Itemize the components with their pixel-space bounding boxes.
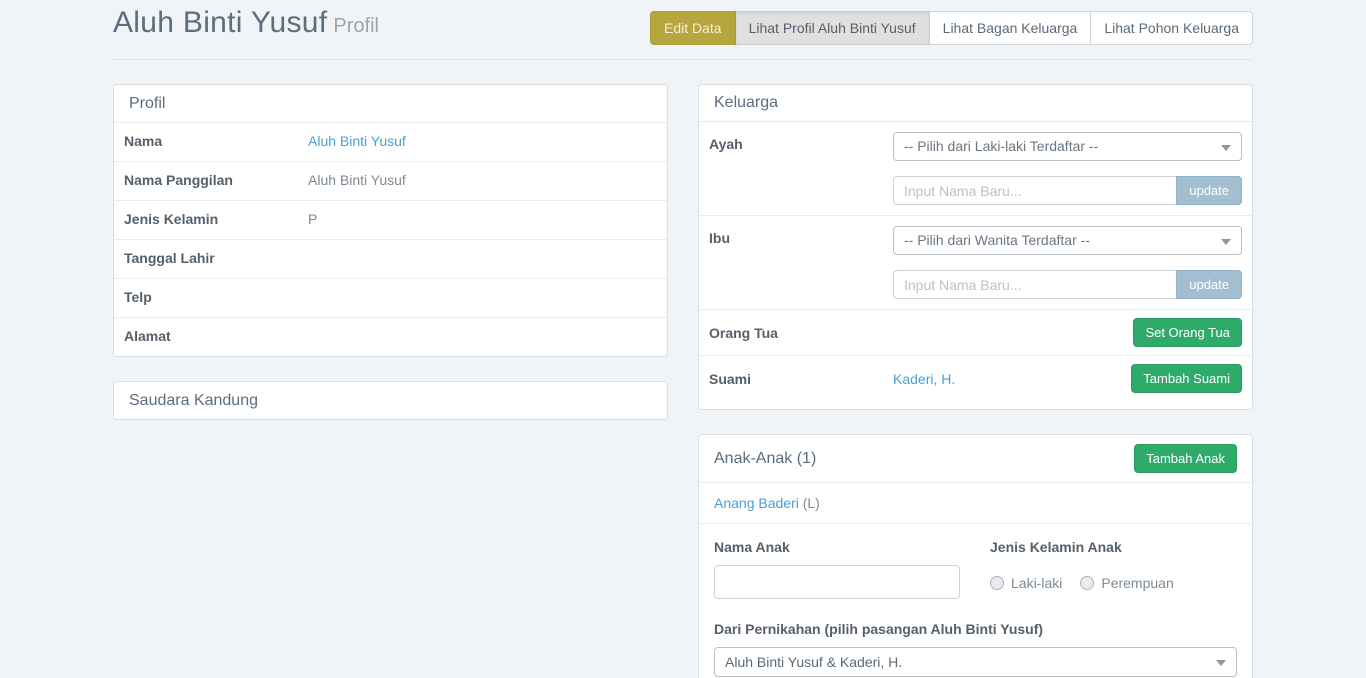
row-label-nama: Nama xyxy=(124,133,308,149)
lihat-bagan-keluarga-button[interactable]: Lihat Bagan Keluarga xyxy=(930,11,1092,45)
tambah-suami-button[interactable]: Tambah Suami xyxy=(1131,364,1242,393)
profil-card-title: Profil xyxy=(129,95,165,113)
tambah-anak-form: Nama Anak Jenis Kelamin Anak Laki-laki xyxy=(699,523,1252,678)
row-label-tanggal-lahir: Tanggal Lahir xyxy=(124,250,308,266)
ayah-label: Ayah xyxy=(709,132,893,152)
ibu-label: Ibu xyxy=(709,226,893,246)
row-label-nama-panggilan: Nama Panggilan xyxy=(124,172,308,188)
radio-button-icon[interactable] xyxy=(990,576,1004,590)
radio-perempuan[interactable]: Perempuan xyxy=(1080,575,1173,591)
ayah-input-group: update xyxy=(893,176,1242,205)
orang-tua-label: Orang Tua xyxy=(709,325,893,341)
anak-anak-card: Anak-Anak (1) Tambah Anak Anang Baderi (… xyxy=(698,434,1253,678)
table-row: Jenis Kelamin P xyxy=(114,200,667,239)
suami-value-link[interactable]: Kaderi, H. xyxy=(893,371,955,387)
orang-tua-row: Orang Tua Set Orang Tua xyxy=(699,309,1252,355)
list-item: Anang Baderi (L) xyxy=(699,482,1252,523)
suami-label: Suami xyxy=(709,371,893,387)
saudara-kandung-card: Saudara Kandung xyxy=(113,381,668,420)
child-name-link[interactable]: Anang Baderi xyxy=(714,495,799,511)
page-header: Aluh Binti Yusuf Profil Edit Data Lihat P… xyxy=(113,0,1253,60)
ayah-update-button[interactable]: update xyxy=(1176,176,1242,205)
ibu-row: Ibu -- Pilih dari Wanita Terdaftar -- up… xyxy=(699,215,1252,309)
keluarga-card: Keluarga Ayah -- Pilih dari Laki-laki Te… xyxy=(698,84,1253,410)
tambah-anak-header-button[interactable]: Tambah Anak xyxy=(1134,444,1237,473)
nama-panggilan-value: Aluh Binti Yusuf xyxy=(308,172,406,188)
ayah-select-value: -- Pilih dari Laki-laki Terdaftar -- xyxy=(904,138,1098,154)
ibu-select[interactable]: -- Pilih dari Wanita Terdaftar -- xyxy=(893,226,1242,255)
profil-card: Profil Nama Aluh Binti Yusuf Nama Panggi… xyxy=(113,84,668,357)
saudara-kandung-card-title: Saudara Kandung xyxy=(129,392,258,410)
keluarga-card-title: Keluarga xyxy=(714,94,778,112)
table-row: Nama Aluh Binti Yusuf xyxy=(114,122,667,161)
chevron-down-icon xyxy=(1221,239,1231,245)
row-label-jenis-kelamin: Jenis Kelamin xyxy=(124,211,308,227)
radio-laki-laki-label: Laki-laki xyxy=(1011,575,1062,591)
view-button-group: Edit Data Lihat Profil Aluh Binti Yusuf … xyxy=(650,11,1253,45)
radio-button-icon[interactable] xyxy=(1080,576,1094,590)
jenis-kelamin-value: P xyxy=(308,211,317,227)
table-row: Nama Panggilan Aluh Binti Yusuf xyxy=(114,161,667,200)
ayah-select[interactable]: -- Pilih dari Laki-laki Terdaftar -- xyxy=(893,132,1242,161)
dari-pernikahan-select-value: Aluh Binti Yusuf & Kaderi, H. xyxy=(725,654,902,670)
nama-value-link[interactable]: Aluh Binti Yusuf xyxy=(308,133,406,149)
ibu-update-button[interactable]: update xyxy=(1176,270,1242,299)
ibu-nama-baru-input[interactable] xyxy=(893,270,1176,299)
saudara-kandung-card-header: Saudara Kandung xyxy=(114,382,667,419)
table-row: Tanggal Lahir xyxy=(114,239,667,278)
lihat-pohon-keluarga-button[interactable]: Lihat Pohon Keluarga xyxy=(1091,11,1253,45)
row-label-alamat: Alamat xyxy=(124,328,308,344)
radio-laki-laki[interactable]: Laki-laki xyxy=(990,575,1062,591)
row-label-telp: Telp xyxy=(124,289,308,305)
ayah-nama-baru-input[interactable] xyxy=(893,176,1176,205)
edit-data-button[interactable]: Edit Data xyxy=(650,11,736,45)
radio-perempuan-label: Perempuan xyxy=(1101,575,1173,591)
nama-anak-input[interactable] xyxy=(714,565,960,599)
dari-pernikahan-label: Dari Pernikahan (pilih pasangan Aluh Bin… xyxy=(714,621,1237,637)
dari-pernikahan-select[interactable]: Aluh Binti Yusuf & Kaderi, H. xyxy=(714,647,1237,677)
chevron-down-icon xyxy=(1216,660,1226,666)
anak-anak-card-header: Anak-Anak (1) Tambah Anak xyxy=(699,435,1252,482)
ibu-input-group: update xyxy=(893,270,1242,299)
ayah-row: Ayah -- Pilih dari Laki-laki Terdaftar -… xyxy=(699,122,1252,215)
nama-anak-label: Nama Anak xyxy=(714,539,990,555)
anak-anak-card-title: Anak-Anak (1) xyxy=(714,450,816,468)
suami-row: Suami Kaderi, H. Tambah Suami xyxy=(699,355,1252,409)
jenis-kelamin-anak-label: Jenis Kelamin Anak xyxy=(990,539,1174,555)
profil-card-header: Profil xyxy=(114,85,667,122)
table-row: Telp xyxy=(114,278,667,317)
page-title: Aluh Binti Yusuf xyxy=(113,6,327,39)
chevron-down-icon xyxy=(1221,145,1231,151)
keluarga-card-header: Keluarga xyxy=(699,85,1252,122)
page-title-wrap: Aluh Binti Yusuf Profil xyxy=(113,6,379,40)
lihat-profil-button[interactable]: Lihat Profil Aluh Binti Yusuf xyxy=(736,11,930,45)
set-orang-tua-button[interactable]: Set Orang Tua xyxy=(1133,318,1242,347)
table-row: Alamat xyxy=(114,317,667,356)
ibu-select-value: -- Pilih dari Wanita Terdaftar -- xyxy=(904,232,1090,248)
child-gender-suffix: (L) xyxy=(799,495,820,511)
page-subtitle: Profil xyxy=(333,15,379,37)
